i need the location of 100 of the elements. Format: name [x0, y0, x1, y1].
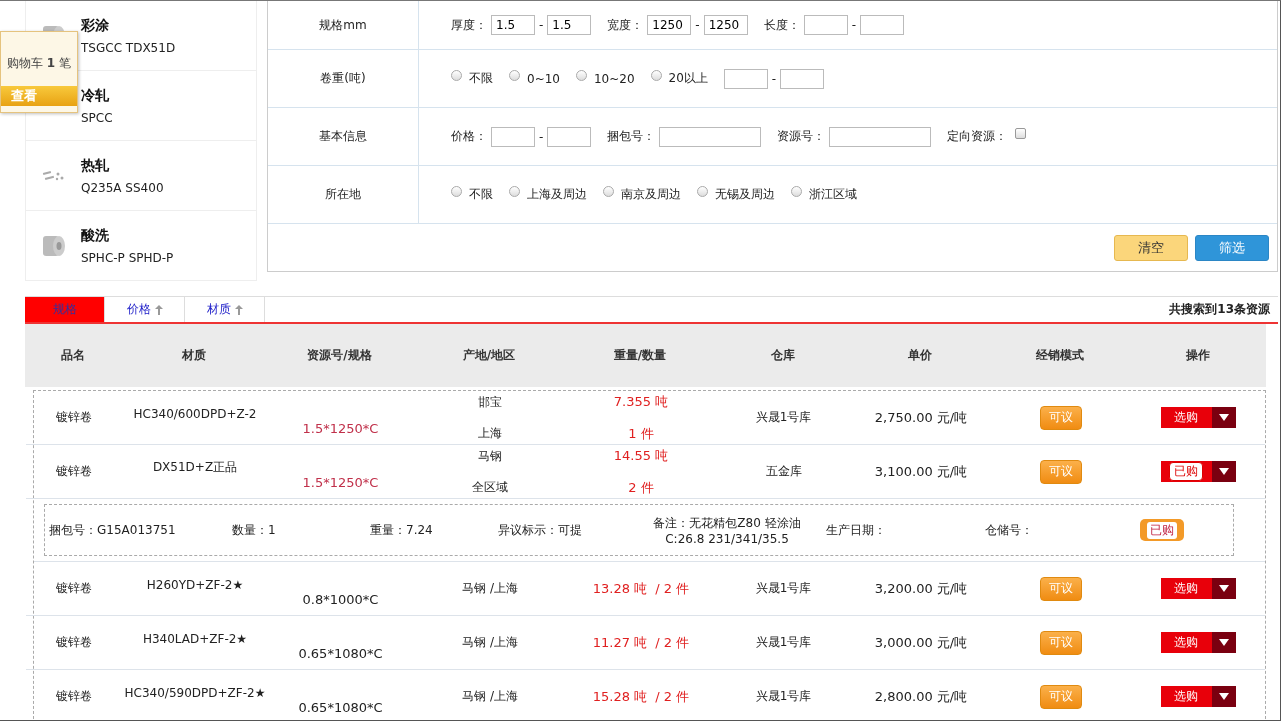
caret-icon — [1218, 639, 1229, 646]
table-cell-text: HC340/600DPD+Z-2 — [132, 406, 258, 423]
table-cell-text: 镀锌卷 — [55, 688, 93, 705]
category-item[interactable]: 酸洗 SPHC-P SPHD-P — [25, 211, 257, 281]
category-grades: TSGCC TDX51D — [81, 40, 176, 55]
radio-label[interactable]: 浙江区域 — [809, 186, 857, 203]
filter-label: 基本信息 — [268, 108, 419, 165]
radio-button[interactable] — [650, 70, 662, 81]
field-label: 长度： — [763, 16, 800, 34]
range-to-field[interactable] — [780, 68, 825, 89]
radio-button[interactable] — [451, 70, 462, 81]
field-label: 价格： — [451, 128, 487, 145]
buy-button[interactable]: 选购 — [1160, 407, 1212, 428]
range-from-field[interactable]: 1.5 — [491, 15, 535, 35]
caret-icon — [1218, 585, 1229, 592]
column-header: 资源号/规格 — [306, 347, 373, 364]
radio-label[interactable]: 0~10 — [527, 71, 560, 86]
field-label: 捆包号： — [607, 128, 656, 145]
category-grades: SPCC — [81, 110, 113, 125]
checkbox-label: 定向资源： — [947, 128, 1008, 145]
table-cell-text: DX51D+Z正品 — [151, 459, 239, 476]
range-from-field[interactable] — [803, 15, 848, 35]
range-from-field[interactable] — [491, 126, 535, 147]
field-label: 厚度： — [451, 16, 487, 34]
detail-text: 数量：1 — [232, 521, 277, 539]
checkbox[interactable] — [1015, 128, 1027, 139]
radio-button[interactable] — [451, 186, 462, 197]
table-cell-text: 2,800.00 元/吨 — [873, 687, 969, 706]
range-separator: - — [539, 18, 544, 32]
table-cell-text: 0.65*1080*C — [297, 645, 384, 661]
radio-label[interactable]: 不限 — [469, 70, 493, 87]
buy-button[interactable]: 选购 — [1160, 632, 1212, 653]
dropdown-button[interactable] — [1211, 578, 1236, 599]
radio-button[interactable] — [509, 186, 520, 197]
radio-label[interactable]: 上海及周边 — [527, 186, 587, 203]
buy-button[interactable]: 选购 — [1160, 578, 1212, 599]
range-separator: - — [851, 18, 857, 32]
clear-button[interactable]: 清空 — [1114, 234, 1188, 261]
buy-button[interactable]: 选购 — [1160, 686, 1212, 707]
detail-text: 重量：7.24 — [370, 521, 434, 539]
table-cell: 马钢 /上海 — [462, 688, 518, 705]
radio-label[interactable]: 不限 — [469, 186, 493, 203]
table-cell: 14.55 吨 — [613, 446, 669, 465]
dropdown-button[interactable] — [1211, 407, 1236, 428]
radio-label[interactable]: 10~20 — [593, 71, 635, 86]
detail-text: 异议标示：可提 — [498, 521, 583, 539]
buy-button[interactable]: 已购 — [1160, 461, 1212, 482]
table-cell-text: 兴晟1号库 — [754, 688, 813, 705]
table-cell: 11.27 吨 / 2 件 — [592, 633, 690, 652]
category-item[interactable]: 热轧 Q235A SS400 — [25, 141, 257, 211]
radio-label[interactable]: 20以上 — [668, 70, 708, 87]
dropdown-button[interactable] — [1211, 461, 1236, 482]
arrow-up-icon — [234, 304, 243, 315]
filter-label: 规格mm — [268, 1, 419, 49]
radio-button[interactable] — [791, 186, 802, 197]
table-cell-text: 0.8*1000*C — [301, 591, 380, 607]
radio-button[interactable] — [575, 70, 587, 81]
category-title: 冷轧 — [81, 86, 111, 105]
input-field[interactable] — [659, 126, 762, 147]
flakes-icon — [41, 168, 66, 183]
table-cell-text: 镀锌卷 — [55, 580, 93, 597]
arrow-up-icon — [154, 304, 163, 315]
column-header: 经销模式 — [1034, 347, 1085, 364]
column-header: 重量/数量 — [612, 347, 668, 364]
range-from-field[interactable]: 1250 — [647, 15, 692, 35]
range-to-field[interactable]: 1250 — [703, 15, 748, 35]
table-cell: 13.28 吨 / 2 件 — [592, 579, 690, 598]
table-cell-text: 兴晟1号库 — [754, 409, 813, 426]
radio-label[interactable]: 南京及周边 — [621, 186, 681, 203]
table-cell-text: 五金库 — [764, 463, 803, 480]
range-separator: - — [771, 71, 777, 86]
detail-text: 生产日期： — [826, 521, 887, 539]
table-cell: 马钢 /上海 — [462, 580, 518, 597]
caret-icon — [1218, 693, 1229, 700]
table-cell: 1 件 — [628, 424, 654, 443]
purchased-badge[interactable]: 已购 — [1140, 519, 1184, 541]
dropdown-button[interactable] — [1211, 632, 1236, 653]
dropdown-button[interactable] — [1211, 686, 1236, 707]
range-from-field[interactable] — [723, 68, 768, 89]
range-to-field[interactable]: 1.5 — [547, 15, 592, 35]
range-to-field[interactable] — [860, 15, 905, 35]
radio-button[interactable] — [509, 70, 520, 81]
table-cell: 邯宝 — [478, 393, 502, 411]
radio-label[interactable]: 无锡及周边 — [715, 186, 775, 203]
input-field[interactable] — [829, 126, 932, 147]
table-cell-text: 2,750.00 元/吨 — [873, 408, 969, 427]
table-cell-text: 1.5*1250*C — [301, 420, 380, 436]
range-to-field[interactable] — [547, 126, 592, 147]
category-title: 彩涂 — [81, 16, 110, 35]
radio-button[interactable] — [697, 186, 708, 197]
radio-button[interactable] — [603, 186, 614, 197]
caret-icon — [1218, 468, 1229, 475]
table-cell-text: 3,000.00 元/吨 — [873, 633, 969, 652]
category-grades: Q235A SS400 — [81, 180, 164, 195]
table-cell: 马钢 /上海 — [462, 634, 518, 651]
table-cell-text: 0.65*1080*C — [297, 699, 384, 715]
column-header: 产地/地区 — [461, 347, 517, 364]
field-label: 宽度： — [607, 16, 644, 34]
table-cell: 上海 — [478, 424, 502, 442]
column-header: 仓库 — [769, 347, 796, 364]
